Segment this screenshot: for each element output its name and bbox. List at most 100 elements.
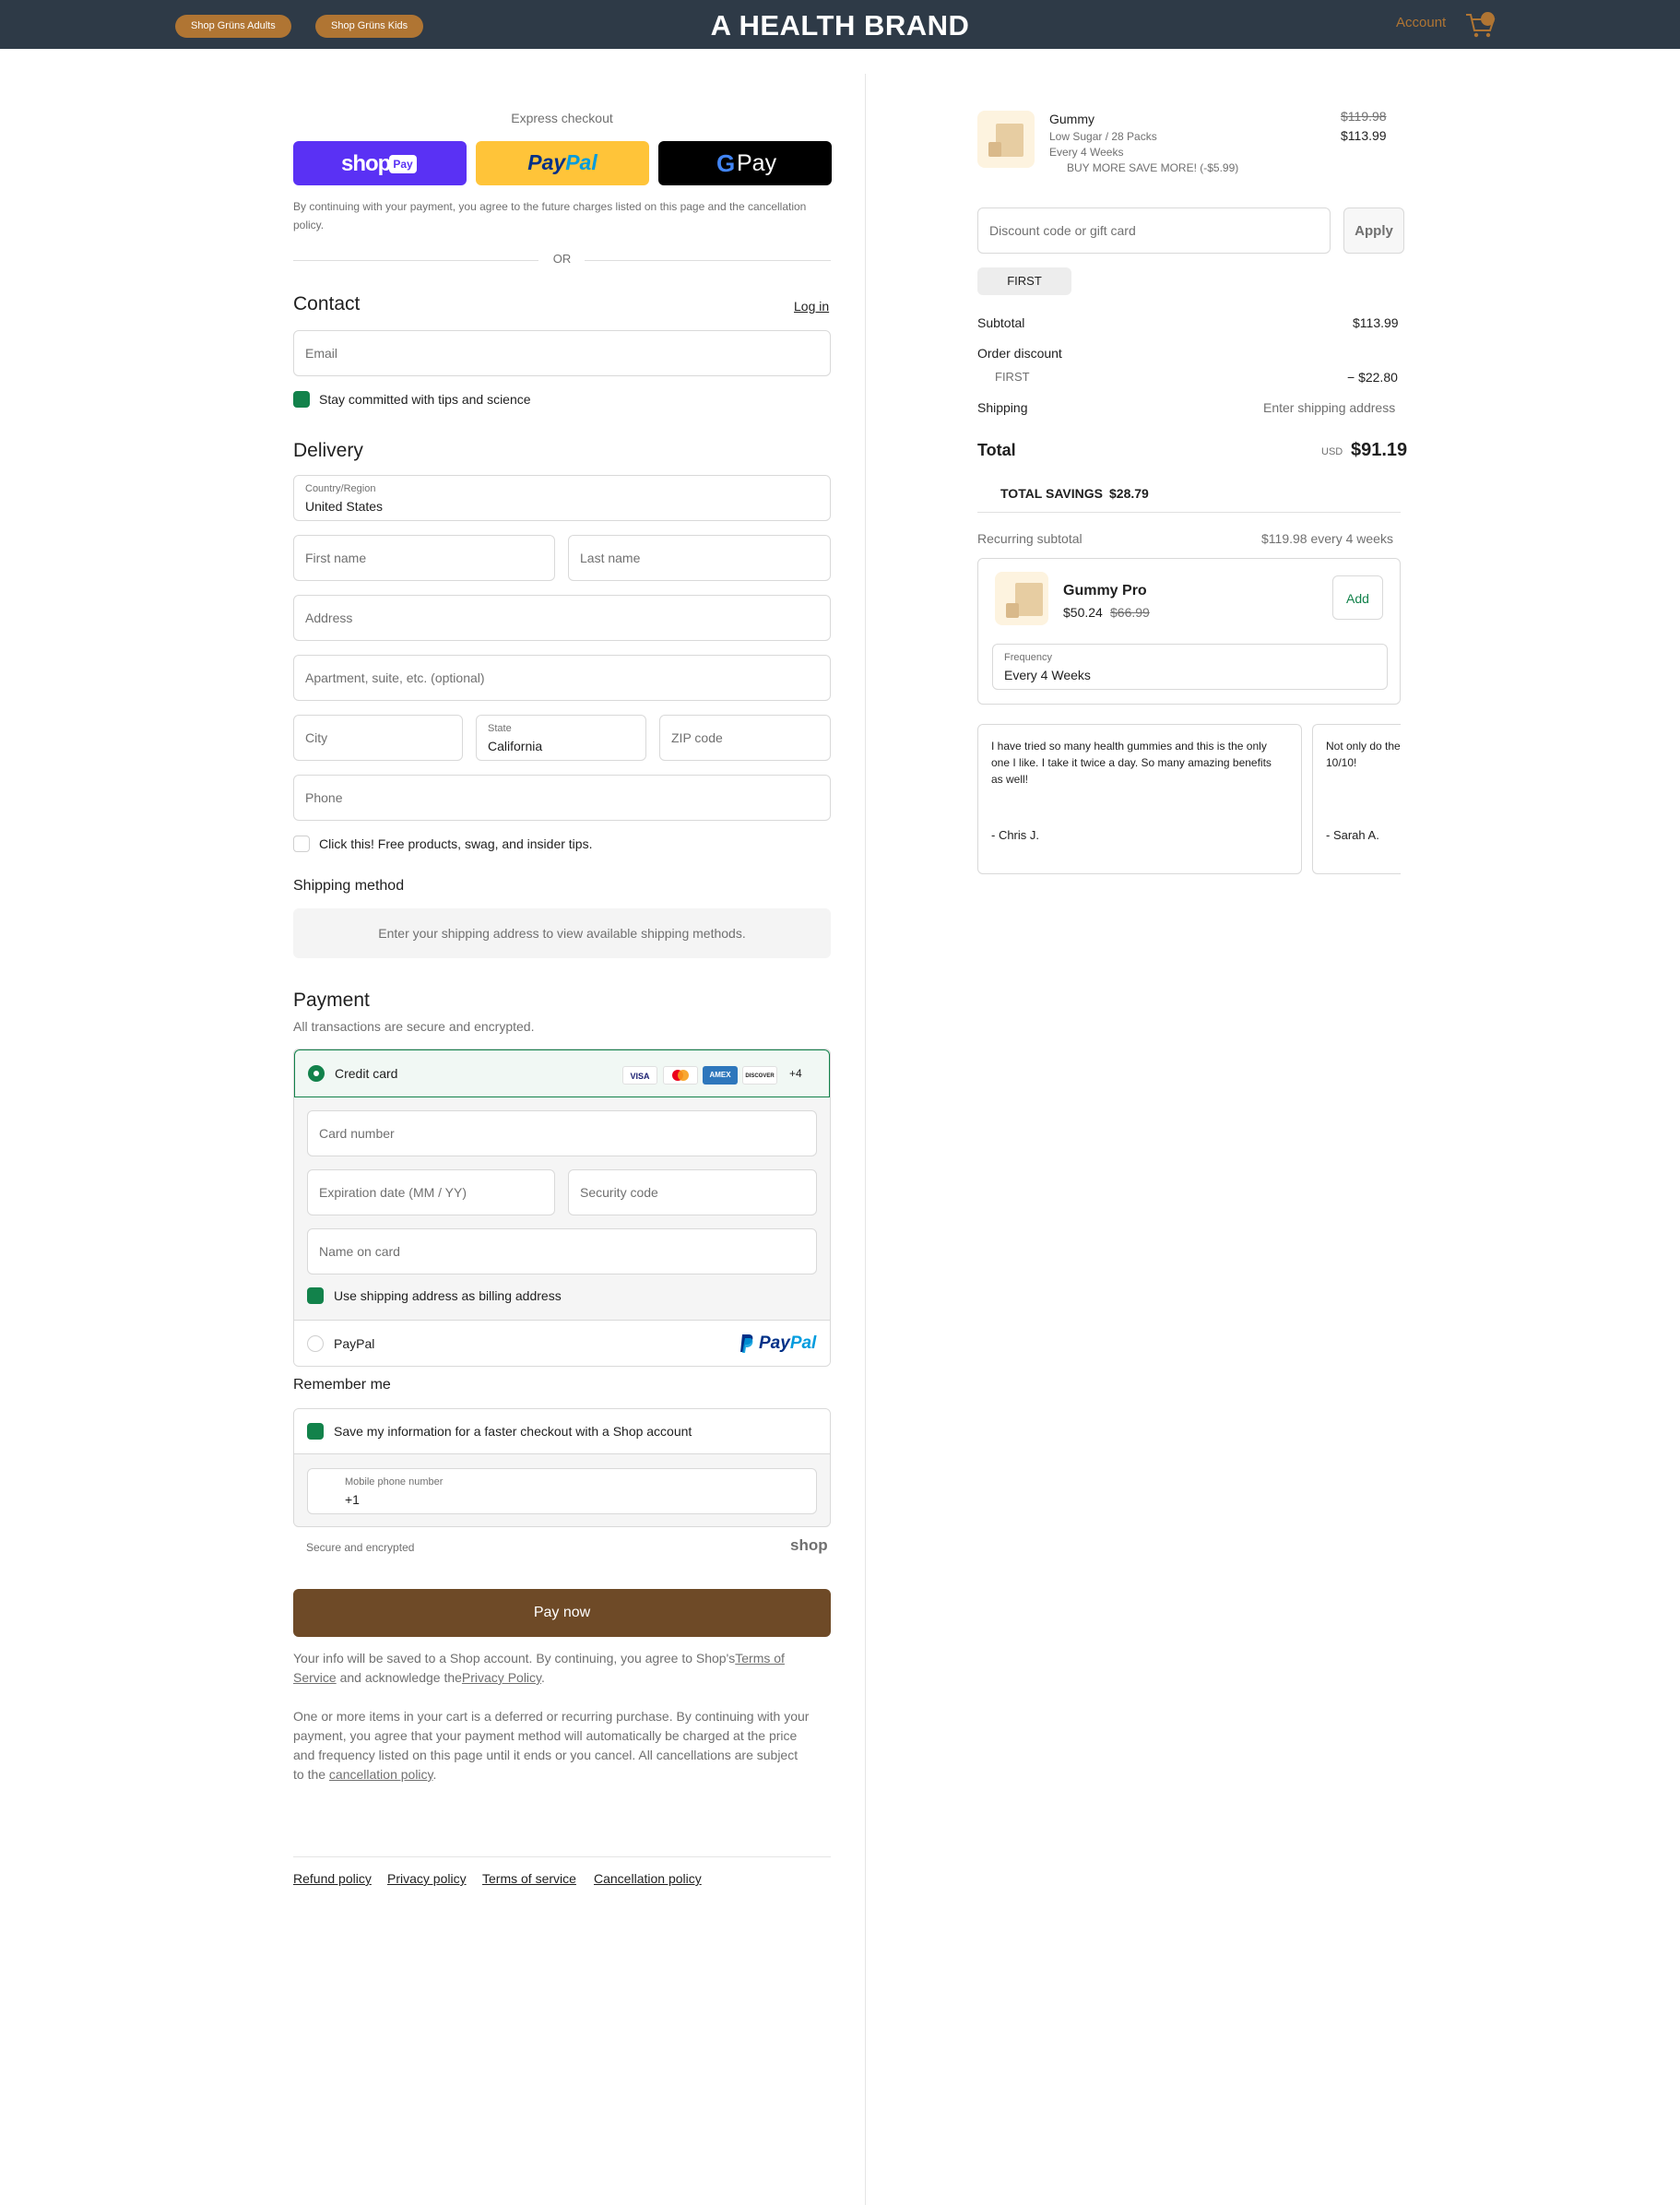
address-field[interactable]: Address bbox=[293, 595, 831, 641]
address-placeholder: Address bbox=[305, 611, 353, 625]
state-select[interactable]: State California bbox=[476, 715, 646, 761]
chevron-down-icon bbox=[804, 494, 815, 502]
discover-icon: DISCOVER bbox=[742, 1066, 777, 1085]
name-on-card-field[interactable]: Name on card bbox=[307, 1228, 817, 1274]
terms-of-service-footer-link[interactable]: Terms of service bbox=[482, 1871, 576, 1886]
shipping-value: Enter shipping address bbox=[1263, 400, 1396, 415]
product-image-small bbox=[988, 142, 1001, 157]
order-discount-label: Order discount bbox=[977, 346, 1062, 361]
product-price: $113.99 bbox=[1341, 128, 1387, 143]
mobile-phone-value: +1 bbox=[345, 1492, 360, 1507]
review-author: - Sarah A. bbox=[1326, 828, 1379, 842]
apartment-placeholder: Apartment, suite, etc. (optional) bbox=[305, 670, 485, 685]
subtotal-value: $113.99 bbox=[1353, 315, 1399, 330]
privacy-policy-footer-link[interactable]: Privacy policy bbox=[387, 1871, 467, 1886]
expiration-placeholder: Expiration date (MM / YY) bbox=[319, 1185, 467, 1200]
payment-methods: Credit card VISA AMEX DISCOVER +4 Card n… bbox=[293, 1049, 831, 1367]
credit-card-option[interactable]: Credit card VISA AMEX DISCOVER +4 bbox=[294, 1049, 830, 1097]
account-link[interactable]: Account bbox=[1396, 15, 1446, 30]
discount-code-field[interactable]: Discount code or gift card bbox=[977, 207, 1331, 254]
top-navigation-bar: Shop Grüns Adults Shop Grüns Kids A HEAL… bbox=[0, 0, 1680, 49]
paypal-icon bbox=[740, 1334, 753, 1353]
order-discount-code: FIRST bbox=[995, 370, 1030, 384]
country-label: Country/Region bbox=[305, 483, 376, 494]
shop-terms-text: Your info will be saved to a Shop accoun… bbox=[293, 1651, 785, 1685]
google-pay-button[interactable]: G Pay bbox=[658, 141, 832, 185]
sms-optin-checkbox[interactable] bbox=[293, 836, 310, 852]
state-value: California bbox=[488, 739, 543, 753]
remember-me-box: Save my information for a faster checkou… bbox=[293, 1408, 831, 1527]
payment-subtitle: All transactions are secure and encrypte… bbox=[293, 1019, 535, 1034]
total-label: Total bbox=[977, 441, 1016, 459]
paypal-express-button[interactable]: PayPal bbox=[476, 141, 649, 185]
apply-discount-button[interactable]: Apply bbox=[1343, 207, 1404, 254]
add-upsell-button[interactable]: Add bbox=[1332, 575, 1383, 620]
privacy-policy-link[interactable]: Privacy Policy bbox=[462, 1670, 541, 1685]
sms-optin-label: Click this! Free products, swag, and ins… bbox=[319, 836, 593, 851]
total-currency: USD bbox=[1321, 446, 1343, 457]
review-card: I have tried so many health gummies and … bbox=[977, 724, 1302, 874]
refund-policy-link[interactable]: Refund policy bbox=[293, 1871, 372, 1886]
card-number-field[interactable]: Card number bbox=[307, 1110, 817, 1156]
google-g-icon: G bbox=[716, 149, 736, 177]
security-code-field[interactable]: Security code bbox=[568, 1169, 817, 1215]
email-field[interactable]: Email bbox=[293, 330, 831, 376]
country-select[interactable]: Country/Region United States bbox=[293, 475, 831, 521]
upsell-price: $50.24 bbox=[1063, 605, 1103, 620]
login-link[interactable]: Log in bbox=[794, 299, 829, 314]
save-info-checkbox[interactable] bbox=[307, 1423, 324, 1440]
shop-pay-button[interactable]: shop Pay bbox=[293, 141, 467, 185]
shipping-method-notice: Enter your shipping address to view avai… bbox=[293, 908, 831, 958]
expiration-date-field[interactable]: Expiration date (MM / YY) bbox=[307, 1169, 555, 1215]
product-variant: Low Sugar / 28 Packs bbox=[1049, 130, 1157, 143]
cancellation-policy-footer-link[interactable]: Cancellation policy bbox=[594, 1871, 702, 1886]
city-field[interactable]: City bbox=[293, 715, 463, 761]
state-label: State bbox=[488, 723, 512, 734]
apartment-field[interactable]: Apartment, suite, etc. (optional) bbox=[293, 655, 831, 701]
paypal-label: PayPal bbox=[334, 1336, 375, 1351]
upsell-name: Gummy Pro bbox=[1063, 583, 1147, 599]
terms-of-service-link-cont[interactable]: Service bbox=[293, 1670, 337, 1685]
mobile-phone-field[interactable]: Mobile phone number +1 bbox=[307, 1468, 817, 1514]
product-original-price: $119.98 bbox=[1341, 109, 1387, 124]
upsell-image bbox=[1015, 583, 1043, 616]
visa-icon: VISA bbox=[622, 1066, 657, 1085]
review-author: - Chris J. bbox=[991, 828, 1039, 842]
last-name-field[interactable]: Last name bbox=[568, 535, 831, 581]
amex-icon: AMEX bbox=[703, 1066, 738, 1085]
review-text: Not only do they taste great, they work!… bbox=[1326, 740, 1401, 769]
phone-field[interactable]: Phone bbox=[293, 775, 831, 821]
paypal-option[interactable]: PayPal PayPal bbox=[294, 1320, 830, 1366]
paypal-radio[interactable] bbox=[307, 1335, 324, 1352]
country-value: United States bbox=[305, 499, 384, 514]
express-legal-text: By continuing with your payment, you agr… bbox=[293, 200, 807, 231]
frequency-select[interactable]: Frequency Every 4 Weeks bbox=[992, 644, 1388, 690]
review-card: Not only do they taste great, they work!… bbox=[1312, 724, 1401, 874]
newsletter-checkbox[interactable] bbox=[293, 391, 310, 408]
applied-discount-chip[interactable]: FIRST bbox=[977, 267, 1071, 295]
shop-pay-badge: Pay bbox=[389, 155, 417, 173]
first-name-field[interactable]: First name bbox=[293, 535, 555, 581]
order-discount-value: − $22.80 bbox=[1347, 370, 1398, 385]
save-info-row: Save my information for a faster checkou… bbox=[294, 1409, 830, 1454]
phone-placeholder: Phone bbox=[305, 790, 343, 805]
credit-card-radio[interactable] bbox=[308, 1065, 325, 1082]
upsell-image-small bbox=[1006, 603, 1019, 618]
recurring-subtotal-value: $119.98 every 4 weeks bbox=[1261, 531, 1393, 546]
more-card-brands: +4 bbox=[789, 1067, 802, 1080]
zip-field[interactable]: ZIP code bbox=[659, 715, 831, 761]
upsell-thumbnail bbox=[995, 572, 1048, 625]
review-text: I have tried so many health gummies and … bbox=[991, 740, 1272, 786]
newsletter-label: Stay committed with tips and science bbox=[319, 392, 531, 407]
terms-of-service-link[interactable]: Terms of bbox=[735, 1651, 785, 1666]
pay-now-button[interactable]: Pay now bbox=[293, 1589, 831, 1637]
mobile-phone-label: Mobile phone number bbox=[345, 1476, 444, 1488]
product-frequency: Every 4 Weeks bbox=[1049, 146, 1124, 159]
cancellation-policy-link[interactable]: cancellation policy bbox=[329, 1767, 433, 1782]
billing-same-checkbox[interactable] bbox=[307, 1287, 324, 1304]
delivery-heading: Delivery bbox=[293, 440, 363, 461]
first-name-placeholder: First name bbox=[305, 551, 367, 565]
shop-pay-logo: shop bbox=[341, 151, 391, 176]
shipping-method-heading: Shipping method bbox=[293, 878, 405, 894]
google-pay-label: Pay bbox=[737, 150, 777, 176]
